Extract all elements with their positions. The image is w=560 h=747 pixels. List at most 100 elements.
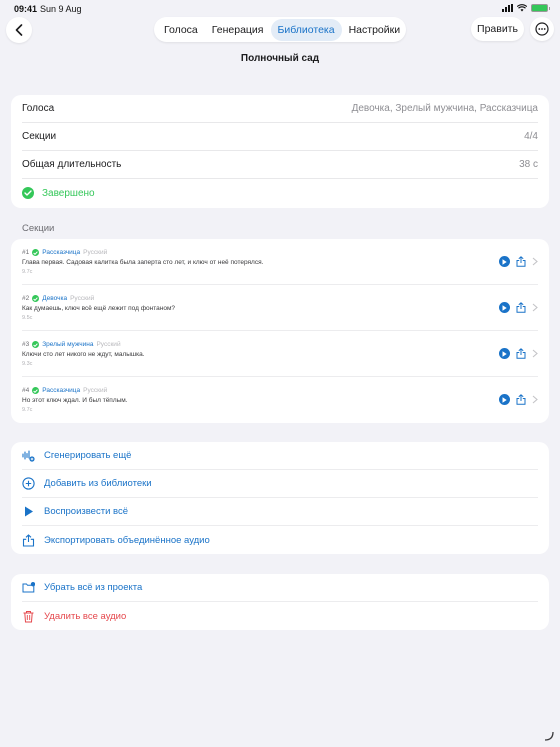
tab-bar: Голоса Генерация Библиотека Настройки [154,17,406,42]
sections-row: Секции 4/4 [22,123,538,151]
play-icon[interactable] [499,256,510,267]
trash-icon [23,610,34,622]
section-actions [499,302,538,313]
section-number: #3 [22,341,30,348]
ellipsis-circle-icon [535,22,549,36]
status-bar: 09:41 Sun 9 Aug [0,0,560,18]
wifi-icon [517,4,527,12]
duration-value: 38 с [519,159,538,170]
chevron-left-icon [15,24,23,36]
danger-actions-card: Убрать всё из проекта Удалить все аудио [11,574,549,630]
section-row[interactable]: #3 Зрелый мужчина Русский Ключи сто лет … [22,331,538,377]
section-row[interactable]: #1 Рассказчица Русский Глава первая. Сад… [22,239,538,285]
play-icon[interactable] [499,302,510,313]
checkmark-circle-icon [32,249,40,256]
remove-all-button[interactable]: Убрать всё из проекта [22,574,538,602]
add-from-library-label: Добавить из библиотеки [44,478,152,489]
section-voice: Рассказчица [42,249,81,256]
section-text: Но этот ключ ждал. И был тёплым. [22,397,128,404]
duration-row: Общая длительность 38 с [22,151,538,179]
voices-row: Голоса Девочка, Зрелый мужчина, Рассказч… [22,95,538,123]
section-meta: #4 Рассказчица Русский [22,387,107,394]
section-duration: 9.7с [22,269,33,275]
section-language: Русский [83,387,108,394]
section-text: Глава первая. Садовая калитка была запер… [22,259,264,266]
section-number: #1 [22,249,30,256]
sections-list: #1 Рассказчица Русский Глава первая. Сад… [11,239,549,423]
play-all-label: Воспроизвести всё [44,506,128,517]
tab-settings[interactable]: Настройки [342,19,408,41]
section-row[interactable]: #2 Девочка Русский Как думаешь, ключ всё… [22,285,538,331]
voices-label: Голоса [22,103,55,114]
share-icon[interactable] [516,348,526,359]
tab-generation[interactable]: Генерация [205,19,271,41]
status-label: Завершено [42,187,95,199]
add-from-library-button[interactable]: Добавить из библиотеки [22,470,538,498]
generate-more-button[interactable]: Сгенерировать ещё [22,442,538,470]
share-icon [22,533,35,547]
section-actions [499,394,538,405]
section-meta: #1 Рассказчица Русский [22,249,107,256]
export-merged-button[interactable]: Экспортировать объединённое аудио [22,526,538,554]
section-actions [499,256,538,267]
edit-button[interactable]: Править [471,17,524,41]
section-language: Русский [96,341,121,348]
status-icons [502,4,550,12]
more-button[interactable] [530,17,554,41]
play-icon [25,506,33,517]
section-language: Русский [83,249,108,256]
back-button[interactable] [6,17,32,43]
section-duration: 9.3с [22,361,33,367]
section-duration: 9.7с [22,407,33,413]
checkmark-circle-icon [32,295,40,302]
play-all-button[interactable]: Воспроизвести всё [22,498,538,526]
battery-icon [531,4,550,12]
tab-library[interactable]: Библиотека [270,18,342,41]
project-info-card: Голоса Девочка, Зрелый мужчина, Рассказч… [11,95,549,208]
checkmark-circle-icon [32,341,40,348]
share-icon[interactable] [516,394,526,405]
status-date: Sun 9 Aug [40,4,82,14]
signal-icon [502,4,513,12]
section-text: Как думаешь, ключ всё ещё лежит под фонт… [22,305,176,312]
play-icon[interactable] [499,348,510,359]
chevron-right-icon [532,349,538,358]
remove-all-label: Убрать всё из проекта [44,582,143,593]
delete-audio-label: Удалить все аудио [44,610,127,622]
play-icon[interactable] [499,394,510,405]
chevron-right-icon [532,395,538,404]
section-duration: 9.5с [22,315,33,321]
waveform-plus-icon [22,450,35,462]
status-row: Завершено [22,179,538,207]
actions-card: Сгенерировать ещё Добавить из библиотеки… [11,442,549,554]
chevron-right-icon [532,303,538,312]
sections-label: Секции [22,131,57,142]
export-merged-label: Экспортировать объединённое аудио [44,534,210,546]
status-time: 09:41 [14,4,38,14]
checkmark-circle-icon [32,387,40,394]
chevron-right-icon [532,257,538,266]
checkmark-circle-icon [22,187,34,199]
section-voice: Девочка [42,295,68,302]
voices-value: Девочка, Зрелый мужчина, Рассказчица [351,103,538,114]
section-row[interactable]: #4 Рассказчица Русский Но этот ключ ждал… [22,377,538,423]
page-title: Полночный сад [240,53,320,64]
resize-grip-icon [544,731,554,741]
folder-badge-icon [22,582,35,593]
generate-more-label: Сгенерировать ещё [44,450,132,461]
section-language: Русский [70,295,95,302]
duration-label: Общая длительность [22,159,122,170]
share-icon[interactable] [516,256,526,267]
tab-voices[interactable]: Голоса [157,19,205,41]
section-meta: #2 Девочка Русский [22,295,94,302]
sections-header: Секции [22,223,55,234]
section-text: Ключи сто лет никого не ждут, малышка. [22,351,145,358]
plus-circle-icon [22,477,35,490]
section-voice: Зрелый мужчина [42,341,94,348]
share-icon[interactable] [516,302,526,313]
section-voice: Рассказчица [42,387,81,394]
section-number: #4 [22,387,30,394]
section-number: #2 [22,295,30,302]
sections-value: 4/4 [524,131,538,142]
delete-audio-button[interactable]: Удалить все аудио [22,602,538,630]
